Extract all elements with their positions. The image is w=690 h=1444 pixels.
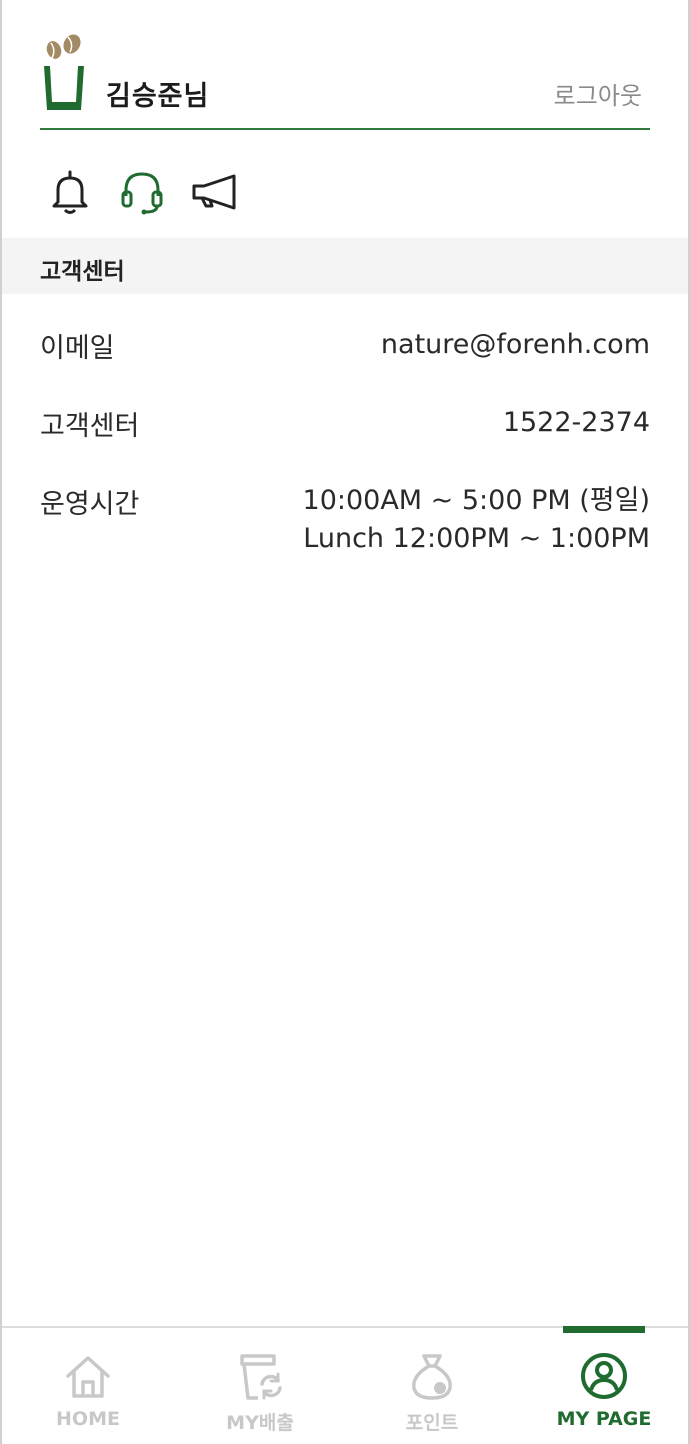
phone-label: 고객센터	[40, 411, 140, 442]
nav-label-points: 포인트	[405, 1412, 459, 1434]
headset-icon[interactable]	[118, 168, 166, 216]
nav-item-home[interactable]: HOME	[2, 1328, 174, 1444]
app-logo	[44, 34, 84, 110]
hours-value-line-1: 10:00AM ~ 5:00 PM (평일)	[302, 485, 650, 516]
section-header: 고객센터	[2, 238, 688, 294]
nav-label-home: HOME	[56, 1408, 120, 1430]
home-icon	[66, 1356, 110, 1398]
logout-button[interactable]: 로그아웃	[554, 76, 642, 111]
phone-value[interactable]: 1522-2374	[503, 404, 650, 442]
bottom-nav: HOME MY배출 포인트 MY PAGE	[2, 1326, 688, 1444]
page-header: 김승준님 로그아웃	[40, 30, 650, 130]
money-bag-icon	[412, 1354, 452, 1400]
hours-value-line-2: Lunch 12:00PM ~ 1:00PM	[303, 523, 650, 554]
active-tab-indicator	[563, 1326, 645, 1333]
nav-item-my-page[interactable]: MY PAGE	[518, 1326, 690, 1444]
user-name: 김승준님	[106, 81, 210, 112]
cup-recycle-icon	[240, 1354, 282, 1400]
user-circle-icon	[581, 1353, 627, 1399]
nav-label-my-discharge: MY배출	[226, 1412, 294, 1434]
section-title: 고객센터	[40, 259, 125, 285]
nav-label-my-page: MY PAGE	[556, 1408, 652, 1430]
nav-item-my-discharge[interactable]: MY배출	[174, 1328, 346, 1444]
bell-icon[interactable]	[46, 168, 94, 216]
hours-value: 10:00AM ~ 5:00 PM (평일) Lunch 12:00PM ~ 1…	[303, 482, 650, 558]
hours-label: 운영시간	[40, 489, 140, 520]
email-value[interactable]: nature@forenh.com	[381, 326, 650, 364]
nav-item-points[interactable]: 포인트	[346, 1328, 518, 1444]
megaphone-icon[interactable]	[190, 168, 238, 216]
email-label: 이메일	[40, 333, 115, 364]
